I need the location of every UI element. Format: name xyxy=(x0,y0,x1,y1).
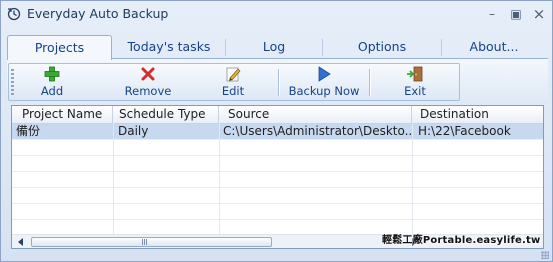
column-header-source[interactable]: Source xyxy=(219,106,412,123)
add-button[interactable]: Add xyxy=(21,66,83,99)
table-header: Project Name Schedule Type Source Destin… xyxy=(12,106,543,124)
minimize-button[interactable]: – xyxy=(483,6,501,22)
column-header-destination[interactable]: Destination xyxy=(412,106,543,123)
status-bar xyxy=(1,251,552,261)
edit-label: Edit xyxy=(221,84,245,98)
scroll-thumb-grip xyxy=(142,239,148,245)
play-icon xyxy=(318,66,331,82)
tab-about[interactable]: About... xyxy=(442,35,546,59)
maximize-button[interactable]: ▣ xyxy=(507,6,525,22)
toolbar-grip[interactable] xyxy=(11,69,14,95)
edit-pencil-icon xyxy=(226,67,241,82)
table-row[interactable]: 備份 Daily C:\Users\Administrator\Deskto..… xyxy=(12,124,543,140)
app-backup-icon xyxy=(7,7,21,21)
remove-icon xyxy=(141,67,155,81)
column-divider xyxy=(219,123,220,235)
window-title: Everyday Auto Backup xyxy=(27,6,169,21)
tab-options[interactable]: Options xyxy=(323,35,441,59)
column-header-schedule-type[interactable]: Schedule Type xyxy=(113,106,219,123)
add-icon xyxy=(44,66,60,82)
tab-todays-tasks[interactable]: Today's tasks xyxy=(113,35,225,59)
toolbar-separator xyxy=(278,69,280,96)
app-window: Everyday Auto Backup – ▣ × Projects Toda… xyxy=(0,0,553,262)
cell-source: C:\Users\Administrator\Deskto... xyxy=(223,124,411,138)
scroll-left-arrow-icon[interactable] xyxy=(18,238,23,246)
backup-now-label: Backup Now xyxy=(288,84,360,98)
close-button[interactable]: × xyxy=(530,6,548,22)
cell-destination: H:\22\Facebook xyxy=(418,124,511,138)
tab-projects[interactable]: Projects xyxy=(7,35,112,60)
exit-door-icon xyxy=(407,66,423,82)
empty-row xyxy=(12,204,543,220)
column-header-project-name[interactable]: Project Name xyxy=(12,106,113,123)
cell-schedule-type: Daily xyxy=(118,124,149,138)
empty-row xyxy=(12,172,543,188)
watermark-text: Portable.easylife.tw xyxy=(422,235,541,246)
projects-table[interactable]: Project Name Schedule Type Source Destin… xyxy=(11,105,544,249)
exit-button[interactable]: Exit xyxy=(387,66,443,99)
empty-row xyxy=(12,140,543,156)
toolbar-separator xyxy=(369,69,371,96)
watermark: 輕鬆工廠Portable.easylife.tw xyxy=(382,231,540,246)
toolbar: Add Remove Edit Backup Now Exit xyxy=(8,63,460,101)
empty-row xyxy=(12,188,543,204)
tab-bar: Projects Today's tasks Log Options About… xyxy=(7,35,548,60)
column-divider xyxy=(412,123,413,235)
empty-row xyxy=(12,156,543,172)
watermark-cjk: 輕鬆工廠 xyxy=(382,235,423,246)
tab-log[interactable]: Log xyxy=(226,35,322,59)
resize-grip[interactable] xyxy=(541,251,549,259)
scroll-thumb[interactable] xyxy=(31,237,272,247)
remove-label: Remove xyxy=(124,84,172,98)
add-label: Add xyxy=(40,84,64,98)
cell-project-name: 備份 xyxy=(16,124,41,138)
remove-button[interactable]: Remove xyxy=(113,66,183,99)
title-bar: Everyday Auto Backup – ▣ × xyxy=(1,1,552,29)
edit-button[interactable]: Edit xyxy=(209,66,257,99)
column-divider xyxy=(113,123,114,235)
exit-label: Exit xyxy=(404,84,426,98)
backup-now-button[interactable]: Backup Now xyxy=(285,66,363,99)
